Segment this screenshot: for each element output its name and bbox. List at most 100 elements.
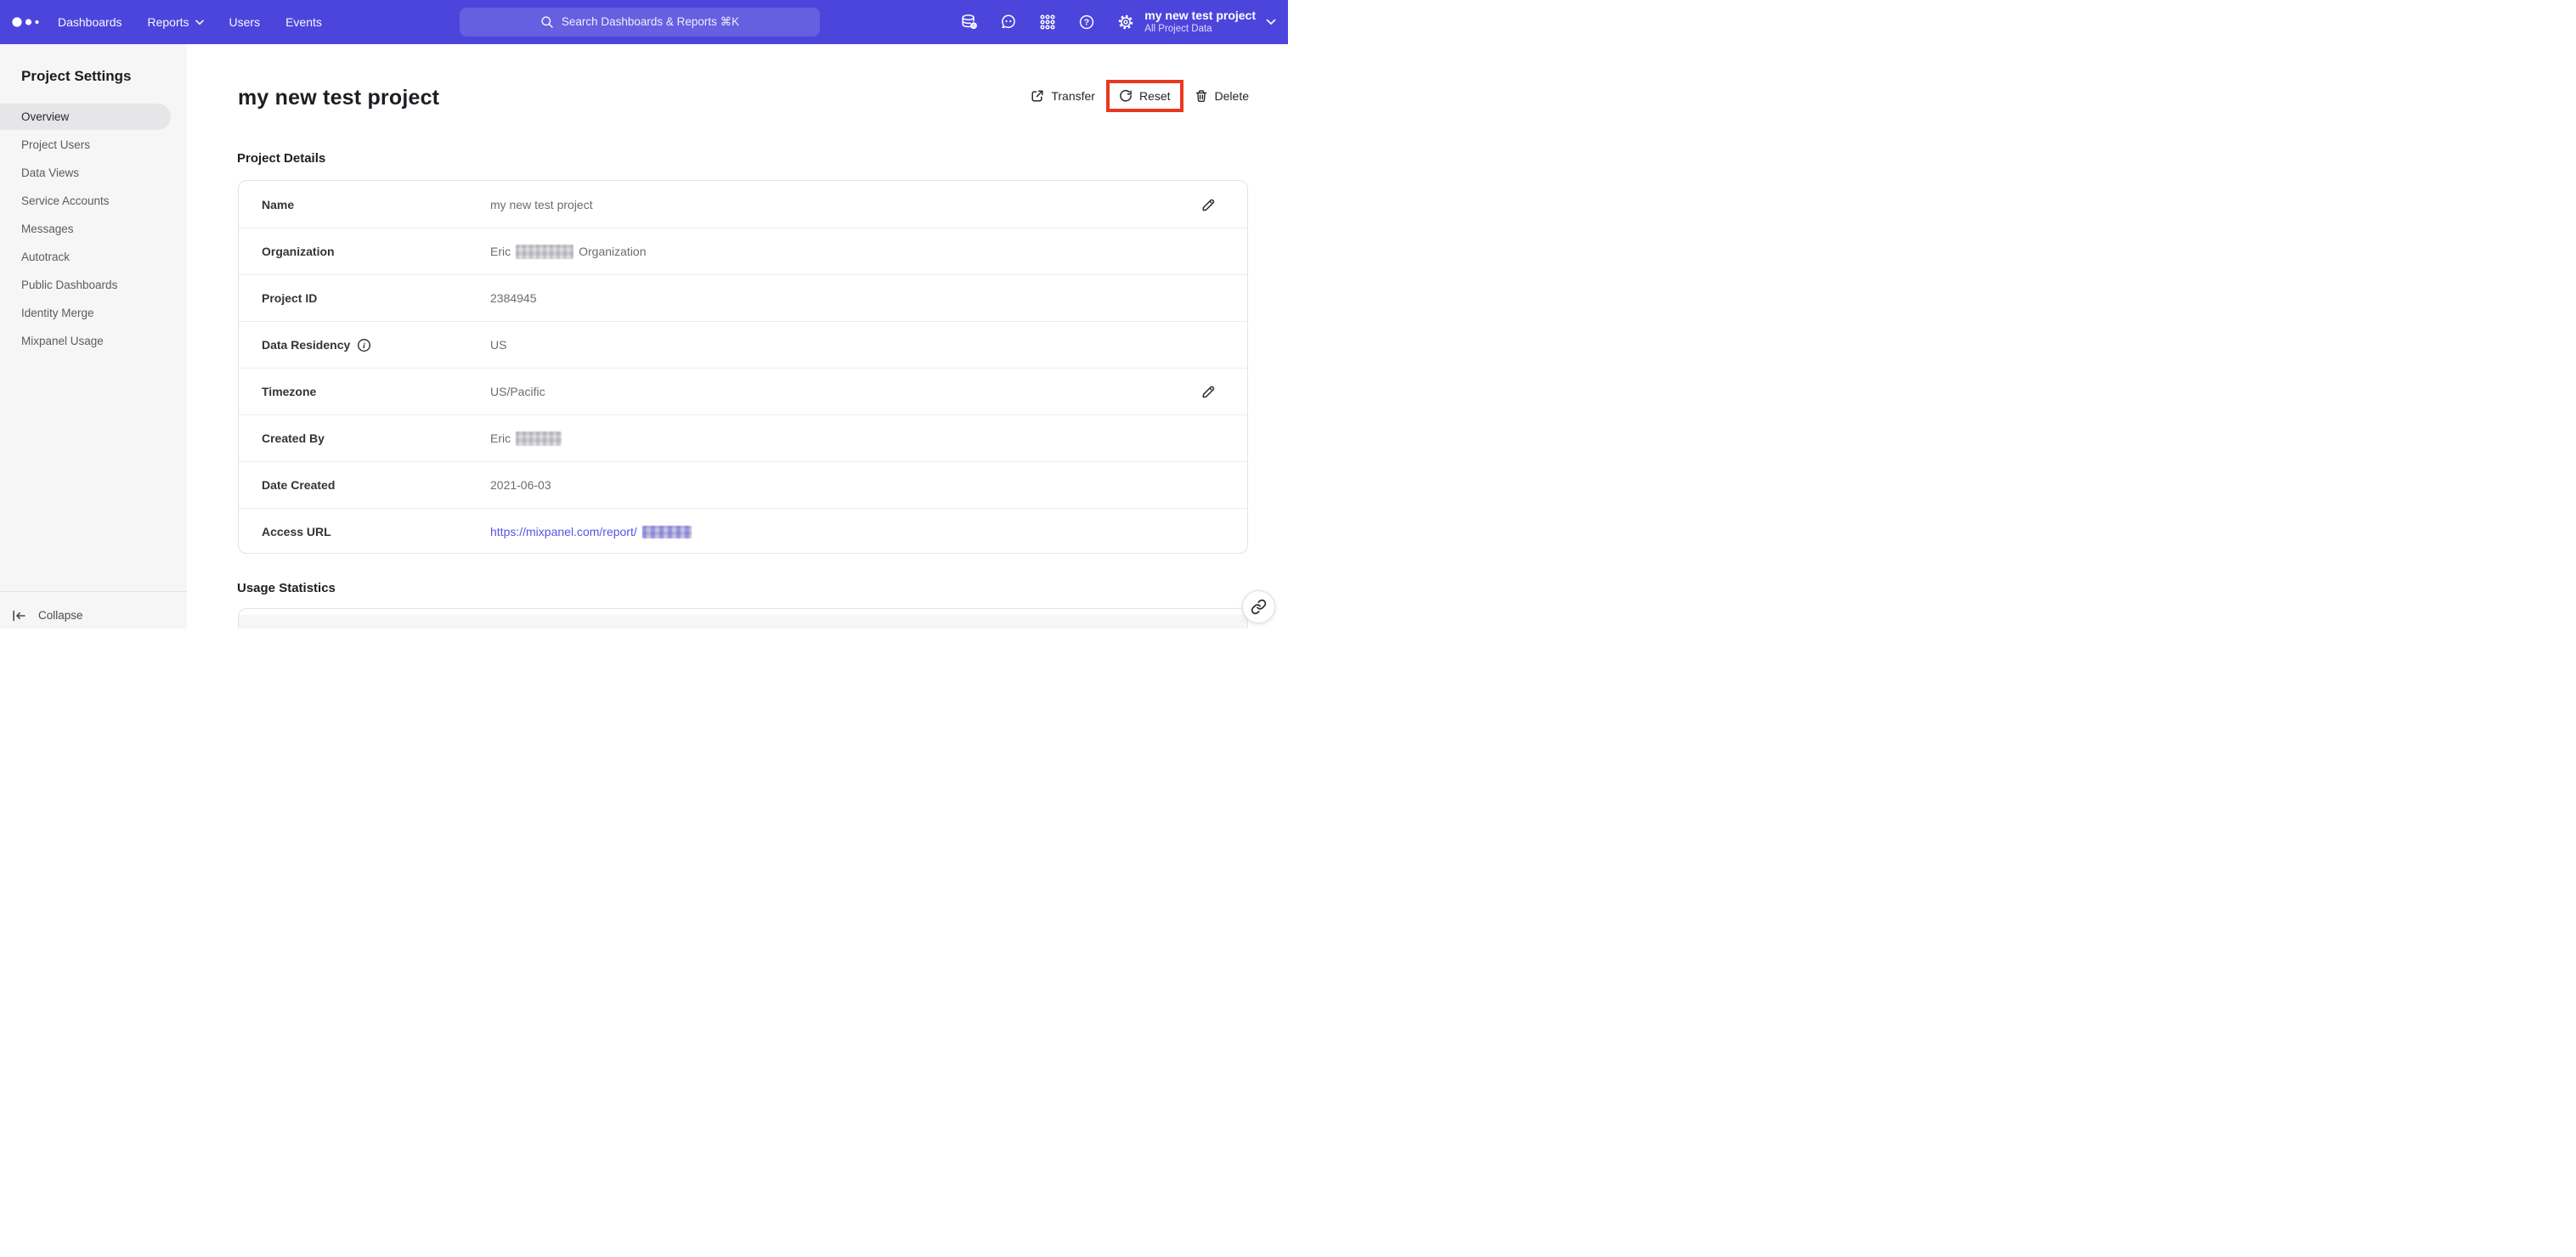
project-switcher-text: my new test project All Project Data bbox=[1144, 8, 1256, 36]
detail-row-access-url: Access URL https://mixpanel.com/report/ bbox=[239, 508, 1247, 555]
sidebar-title: Project Settings bbox=[21, 68, 132, 84]
sidebar-item-data-views[interactable]: Data Views bbox=[0, 159, 187, 187]
sidebar-footer-divider bbox=[0, 591, 187, 592]
access-url-label: Access URL bbox=[262, 525, 331, 538]
mixpanel-project-settings-page: Dashboards Reports Users Events Search D… bbox=[0, 0, 1288, 628]
sidebar-item-overview[interactable]: Overview bbox=[0, 103, 187, 131]
sidebar-item-public-dashboards[interactable]: Public Dashboards bbox=[0, 271, 187, 299]
redacted-text bbox=[641, 525, 692, 538]
collapse-label: Collapse bbox=[38, 609, 83, 622]
mixpanel-dots-icon bbox=[12, 17, 39, 27]
primary-nav: Dashboards Reports Users Events bbox=[58, 0, 322, 44]
search-icon bbox=[541, 16, 553, 28]
edit-timezone-button[interactable] bbox=[1200, 384, 1216, 399]
trash-icon bbox=[1195, 89, 1206, 102]
sidebar-item-label: Messages bbox=[21, 223, 74, 235]
reset-highlight-annotation: Reset bbox=[1105, 79, 1183, 112]
detail-row-created-by: Created By Eric bbox=[239, 414, 1247, 461]
project-switcher[interactable]: my new test project All Project Data bbox=[1144, 0, 1276, 44]
mixpanel-logo[interactable] bbox=[12, 0, 44, 44]
settings-sidebar: Project Settings Overview Project Users … bbox=[0, 44, 187, 628]
pencil-icon bbox=[1202, 386, 1215, 398]
nav-dashboards-label: Dashboards bbox=[58, 15, 122, 29]
sidebar-item-label: Project Users bbox=[21, 138, 91, 151]
sidebar-item-service-accounts[interactable]: Service Accounts bbox=[0, 187, 187, 215]
nav-reports[interactable]: Reports bbox=[148, 15, 204, 29]
project-id-value: 2384945 bbox=[490, 291, 537, 305]
sidebar-item-mixpanel-usage[interactable]: Mixpanel Usage bbox=[0, 327, 187, 355]
sidebar-item-autotrack[interactable]: Autotrack bbox=[0, 243, 187, 271]
sidebar-item-label: Overview bbox=[21, 110, 70, 123]
sidebar-item-identity-merge[interactable]: Identity Merge bbox=[0, 299, 187, 327]
collapse-arrow-icon bbox=[13, 610, 25, 621]
created-by-label: Created By bbox=[262, 431, 325, 445]
project-details-card: Name my new test project Organization Er… bbox=[238, 180, 1248, 554]
data-residency-value: US bbox=[490, 338, 507, 352]
reset-label: Reset bbox=[1138, 88, 1171, 103]
name-value: my new test project bbox=[490, 197, 593, 211]
nav-users-label: Users bbox=[229, 15, 261, 29]
delete-label: Delete bbox=[1214, 88, 1249, 103]
project-id-label: Project ID bbox=[262, 291, 318, 305]
collapse-sidebar-button[interactable]: Collapse bbox=[12, 601, 83, 628]
detail-row-timezone: Timezone US/Pacific bbox=[239, 368, 1247, 414]
main-content: my new test project Transfer Reset Delet… bbox=[187, 44, 1288, 628]
delete-button[interactable]: Delete bbox=[1195, 89, 1249, 103]
nav-users[interactable]: Users bbox=[229, 15, 261, 29]
detail-row-name: Name my new test project bbox=[239, 181, 1247, 228]
data-management-icon[interactable] bbox=[961, 14, 978, 31]
help-icon[interactable]: ? bbox=[1078, 14, 1095, 31]
page-title: my new test project bbox=[238, 86, 440, 110]
detail-row-organization: Organization Eric Organization bbox=[239, 228, 1247, 274]
sidebar-item-label: Mixpanel Usage bbox=[21, 335, 104, 347]
copy-link-button[interactable] bbox=[1242, 590, 1275, 623]
nav-events-label: Events bbox=[285, 15, 322, 29]
svg-text:?: ? bbox=[1084, 18, 1089, 28]
reset-icon bbox=[1120, 89, 1132, 102]
current-project-name: my new test project bbox=[1144, 8, 1256, 22]
search-placeholder: Search Dashboards & Reports ⌘K bbox=[561, 15, 740, 28]
detail-row-data-residency: Data Residency i US bbox=[239, 321, 1247, 368]
search-input[interactable]: Search Dashboards & Reports ⌘K bbox=[460, 8, 820, 37]
nav-events[interactable]: Events bbox=[285, 15, 322, 29]
organization-value-prefix: Eric bbox=[490, 245, 511, 258]
date-created-value: 2021-06-03 bbox=[490, 478, 551, 492]
current-project-scope: All Project Data bbox=[1144, 24, 1212, 34]
sidebar-item-label: Identity Merge bbox=[21, 307, 94, 319]
chevron-down-icon bbox=[1266, 19, 1276, 25]
date-created-label: Date Created bbox=[262, 478, 336, 492]
project-actions: Transfer Reset Delete bbox=[1031, 76, 1249, 115]
timezone-value: US/Pacific bbox=[490, 385, 545, 398]
usage-table-header bbox=[239, 615, 1247, 628]
sidebar-menu: Overview Project Users Data Views Servic… bbox=[0, 103, 187, 355]
organization-value-suffix: Organization bbox=[579, 245, 647, 258]
chevron-down-icon bbox=[195, 20, 204, 25]
nav-dashboards[interactable]: Dashboards bbox=[58, 15, 122, 29]
info-icon[interactable]: i bbox=[357, 338, 371, 352]
edit-name-button[interactable] bbox=[1200, 197, 1216, 212]
data-residency-label: Data Residency bbox=[262, 338, 351, 352]
usage-statistics-card bbox=[238, 608, 1248, 628]
redacted-text bbox=[516, 244, 574, 259]
detail-row-project-id: Project ID 2384945 bbox=[239, 274, 1247, 321]
feedback-bubble-icon[interactable] bbox=[1000, 14, 1017, 31]
name-label: Name bbox=[262, 197, 295, 211]
sidebar-item-label: Autotrack bbox=[21, 251, 71, 263]
timezone-label: Timezone bbox=[262, 385, 317, 398]
usage-statistics-heading: Usage Statistics bbox=[237, 581, 336, 595]
sidebar-item-messages[interactable]: Messages bbox=[0, 215, 187, 243]
navbar-icon-group: ? bbox=[961, 0, 1134, 44]
transfer-label: Transfer bbox=[1051, 88, 1095, 103]
transfer-button[interactable]: Transfer bbox=[1031, 89, 1095, 103]
apps-grid-icon[interactable] bbox=[1039, 14, 1056, 31]
sidebar-item-project-users[interactable]: Project Users bbox=[0, 131, 187, 159]
pencil-icon bbox=[1202, 199, 1215, 211]
access-url-link[interactable]: https://mixpanel.com/report/ bbox=[490, 525, 637, 538]
settings-gear-icon[interactable] bbox=[1117, 14, 1134, 31]
reset-button[interactable]: Reset bbox=[1119, 89, 1171, 103]
project-details-heading: Project Details bbox=[237, 151, 326, 166]
sidebar-item-label: Public Dashboards bbox=[21, 279, 118, 291]
svg-text:i: i bbox=[363, 342, 365, 351]
created-by-value-prefix: Eric bbox=[490, 431, 511, 445]
top-navbar: Dashboards Reports Users Events Search D… bbox=[0, 0, 1288, 44]
